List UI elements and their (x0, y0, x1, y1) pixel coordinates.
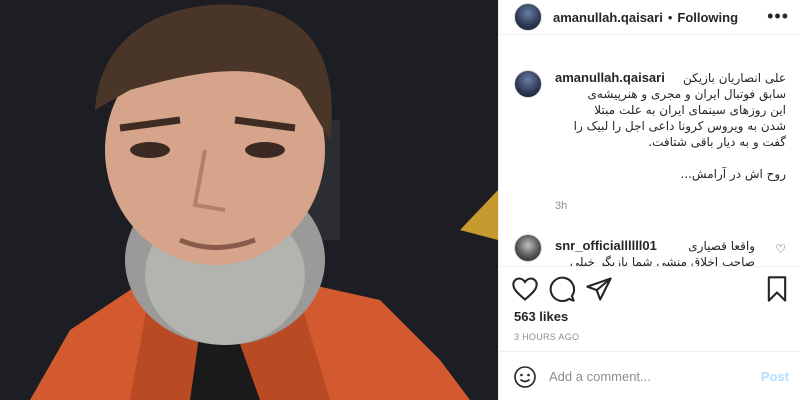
author-username[interactable]: amanullah.qaisari (553, 10, 663, 25)
post-comment-button[interactable]: Post (761, 369, 789, 384)
post-actions: 563 likes 3 HOURS AGO Post (499, 266, 800, 400)
comment-like-icon[interactable]: ♡ (775, 242, 786, 256)
author-avatar[interactable] (514, 3, 542, 31)
post-image[interactable] (0, 0, 498, 400)
bookmark-icon[interactable] (763, 275, 791, 303)
post-photo-illustration (0, 0, 498, 400)
commenter-avatar[interactable] (514, 234, 542, 262)
comments-list[interactable]: amanullah.qaisari علی انصاریان بازیکن سا… (499, 54, 800, 266)
post-side-pane: amanullah.qaisari • Following ••• amanul… (498, 0, 800, 400)
add-comment-bar: Post (499, 351, 800, 400)
more-options-icon[interactable]: ••• (767, 6, 789, 27)
share-icon[interactable] (585, 275, 613, 303)
heart-icon[interactable] (511, 275, 539, 303)
comment-text: واقعا قصیاری صاحب اخلاق منشی شما بازیگر … (569, 239, 755, 266)
post-header: amanullah.qaisari • Following ••• (499, 0, 800, 35)
caption-author-avatar[interactable] (514, 70, 542, 98)
comment-icon[interactable] (548, 275, 576, 303)
likes-count[interactable]: 563 likes (514, 309, 568, 324)
post-time-ago[interactable]: 3 HOURS AGO (514, 332, 579, 342)
following-button[interactable]: Following (677, 10, 738, 25)
header-separator: • (667, 9, 673, 25)
comment-input[interactable] (549, 369, 761, 384)
caption-timestamp[interactable]: 3h (555, 200, 567, 212)
smiley-icon[interactable] (513, 365, 537, 389)
action-icons-row (511, 275, 791, 303)
caption-text: علی انصاریان بازیکن سابق فوتبال ایران و … (573, 71, 786, 181)
